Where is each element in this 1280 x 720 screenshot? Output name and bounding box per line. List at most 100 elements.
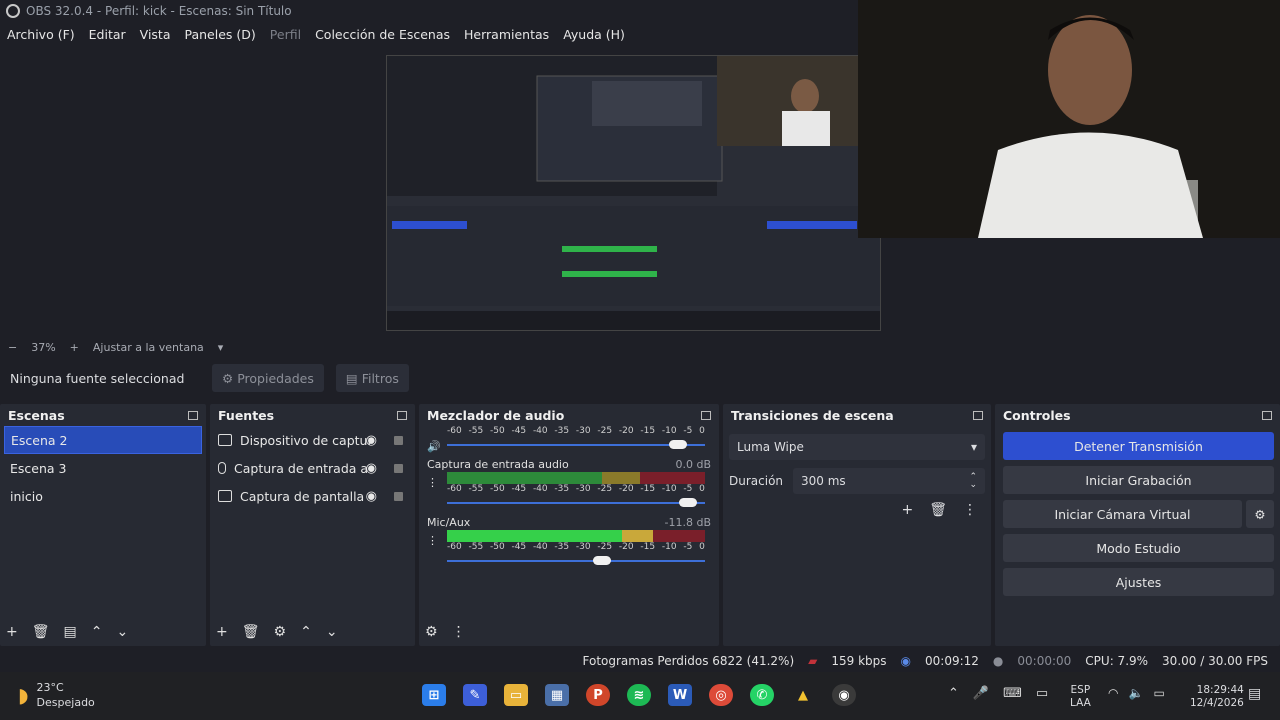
trash-icon[interactable]: 🗑: [32, 624, 50, 640]
mixer-track: Captura de entrada audio 0.0 dB -60 -55 -50…: [419, 456, 719, 510]
eye-icon[interactable]: ◉: [366, 489, 377, 504]
editor-app-icon[interactable]: ✎: [463, 684, 487, 706]
menu-editar[interactable]: Editar: [89, 27, 126, 42]
kebab-menu-icon[interactable]: ⋮: [963, 502, 977, 518]
eye-icon[interactable]: ◉: [366, 461, 377, 476]
warning-icon[interactable]: ▲: [791, 684, 815, 706]
filter-icon[interactable]: ▤: [64, 624, 77, 640]
scene-item[interactable]: Escena 3: [0, 454, 206, 482]
clock[interactable]: 18:29:44 12/4/2026: [1190, 684, 1244, 710]
battery-icon[interactable]: ▭: [1153, 686, 1164, 700]
menu-perfil[interactable]: Perfil: [270, 27, 301, 42]
menu-ayuda[interactable]: Ayuda (H): [563, 27, 625, 42]
trash-icon[interactable]: 🗑: [929, 502, 947, 518]
transitions-dock: Transiciones de escena Luma Wipe ▾ Duraci…: [723, 404, 991, 646]
trash-icon[interactable]: 🗑: [242, 624, 260, 640]
scene-item[interactable]: Escena 2: [4, 426, 202, 454]
spotify-icon[interactable]: ≋: [627, 684, 651, 706]
menu-paneles[interactable]: Paneles (D): [185, 27, 256, 42]
menu-vista[interactable]: Vista: [140, 27, 171, 42]
windows-start-icon[interactable]: ⊞: [422, 684, 446, 706]
add-icon[interactable]: +: [6, 624, 18, 640]
taskbar-apps: ⊞ ✎ ▭ ▦ P ≋ W ◎ ✆ ▲ ◉: [422, 684, 856, 706]
chevron-up-icon[interactable]: ⌃: [300, 624, 312, 640]
chevron-up-icon[interactable]: ⌃: [948, 686, 959, 701]
preview-canvas[interactable]: [386, 55, 881, 331]
eye-icon[interactable]: ◉: [366, 433, 377, 448]
whatsapp-icon[interactable]: ✆: [750, 684, 774, 706]
dock-float-icon[interactable]: [701, 410, 711, 420]
language-indicator[interactable]: ESP LAA: [1070, 684, 1091, 710]
volume-icon[interactable]: 🔈: [1128, 686, 1143, 700]
kebab-menu-icon[interactable]: ⋮: [427, 534, 438, 547]
word-icon[interactable]: W: [668, 684, 692, 706]
properties-button[interactable]: ⚙ Propiedades: [212, 364, 324, 392]
chevron-up-icon[interactable]: ⌃: [91, 624, 103, 640]
studio-mode-button[interactable]: Modo Estudio: [1003, 534, 1274, 562]
dock-float-icon[interactable]: [973, 410, 983, 420]
track-db: 0.0 dB: [675, 457, 711, 471]
source-item[interactable]: Captura de entrada a ◉: [210, 454, 415, 482]
settings-button[interactable]: Ajustes: [1003, 568, 1274, 596]
track-label-row: Mic/Aux -11.8 dB: [427, 514, 711, 530]
display-icon[interactable]: ▭: [1036, 686, 1048, 701]
zoom-in-button[interactable]: +: [70, 341, 79, 354]
speaker-icon[interactable]: 🔊: [427, 440, 441, 453]
mic-icon[interactable]: 🎤: [973, 686, 989, 701]
start-recording-button[interactable]: Iniciar Grabación: [1003, 466, 1274, 494]
obs-icon[interactable]: ◉: [832, 684, 856, 706]
duration-spinbox[interactable]: 300 ms ⌃ ⌄: [793, 468, 985, 494]
kebab-menu-icon[interactable]: ⋮: [452, 624, 466, 640]
duration-row: Duración 300 ms ⌃ ⌄: [723, 468, 991, 494]
gear-icon[interactable]: ⚙: [274, 624, 287, 640]
transition-select[interactable]: Luma Wipe ▾: [729, 434, 985, 460]
keyboard-icon[interactable]: ⌨: [1003, 686, 1022, 701]
fit-window-label[interactable]: Ajustar a la ventana: [93, 341, 204, 354]
add-icon[interactable]: +: [216, 624, 228, 640]
powerpoint-icon[interactable]: P: [586, 684, 610, 706]
audio-mixer-dock: Mezclador de audio -60 -55 -50 -45 -40 -35 -30…: [419, 404, 719, 646]
menu-archivo[interactable]: Archivo (F): [7, 27, 75, 42]
scenes-header: Escenas: [0, 404, 206, 426]
lock-icon[interactable]: [394, 491, 403, 501]
scenes-toolbar: + 🗑 ▤ ⌃ ⌄: [6, 624, 128, 640]
source-item[interactable]: Dispositivo de captur ◉: [210, 426, 415, 454]
filter-icon: ▤: [345, 370, 358, 386]
stop-stream-button[interactable]: Detener Transmisión: [1003, 432, 1274, 460]
sources-toolbar: + 🗑 ⚙ ⌃ ⌄: [216, 624, 338, 640]
volume-slider[interactable]: [447, 438, 705, 452]
transitions-title: Transiciones de escena: [731, 407, 894, 423]
notification-icon[interactable]: ▤: [1248, 686, 1261, 702]
zoom-out-button[interactable]: −: [8, 341, 17, 354]
gear-icon[interactable]: ⚙: [1246, 500, 1274, 528]
lock-icon[interactable]: [394, 435, 403, 445]
wifi-icon[interactable]: ◠: [1108, 686, 1118, 700]
advanced-audio-icon[interactable]: ⚙: [425, 624, 438, 640]
dock-float-icon[interactable]: [188, 410, 198, 420]
menu-herramientas[interactable]: Herramientas: [464, 27, 549, 42]
folder-icon[interactable]: ▭: [504, 684, 528, 706]
dock-float-icon[interactable]: [1262, 410, 1272, 420]
menu-coleccion[interactable]: Colección de Escenas: [315, 27, 450, 42]
weather-widget[interactable]: ◗ 23°C Despejado: [18, 680, 95, 710]
volume-slider[interactable]: [447, 554, 705, 568]
kebab-menu-icon[interactable]: ⋮: [427, 476, 438, 489]
zoom-bar: − 37% + Ajustar a la ventana ▾: [0, 338, 1280, 356]
lock-icon[interactable]: [394, 463, 403, 473]
lang-code: ESP: [1070, 684, 1091, 696]
source-item[interactable]: Captura de pantalla ◉: [210, 482, 415, 510]
chevron-down-icon[interactable]: ⌄: [116, 624, 128, 640]
chevron-down-icon[interactable]: ▾: [218, 341, 224, 354]
scene-item[interactable]: inicio: [0, 482, 206, 510]
scenes-dock: Escenas Escena 2 Escena 3 inicio + 🗑 ▤ ⌃…: [0, 404, 206, 646]
chevron-down-icon[interactable]: ⌄: [326, 624, 338, 640]
dock-float-icon[interactable]: [397, 410, 407, 420]
status-bar: Fotogramas Perdidos 6822 (41.2%) ▰ 159 k…: [0, 650, 1280, 672]
add-icon[interactable]: +: [901, 502, 913, 518]
chrome-icon[interactable]: ◎: [709, 684, 733, 706]
spin-arrows-icon[interactable]: ⌃ ⌄: [969, 473, 977, 490]
calculator-icon[interactable]: ▦: [545, 684, 569, 706]
filters-button[interactable]: ▤ Filtros: [335, 364, 409, 392]
volume-slider[interactable]: [447, 496, 705, 510]
virtual-cam-button[interactable]: Iniciar Cámara Virtual: [1003, 500, 1242, 528]
